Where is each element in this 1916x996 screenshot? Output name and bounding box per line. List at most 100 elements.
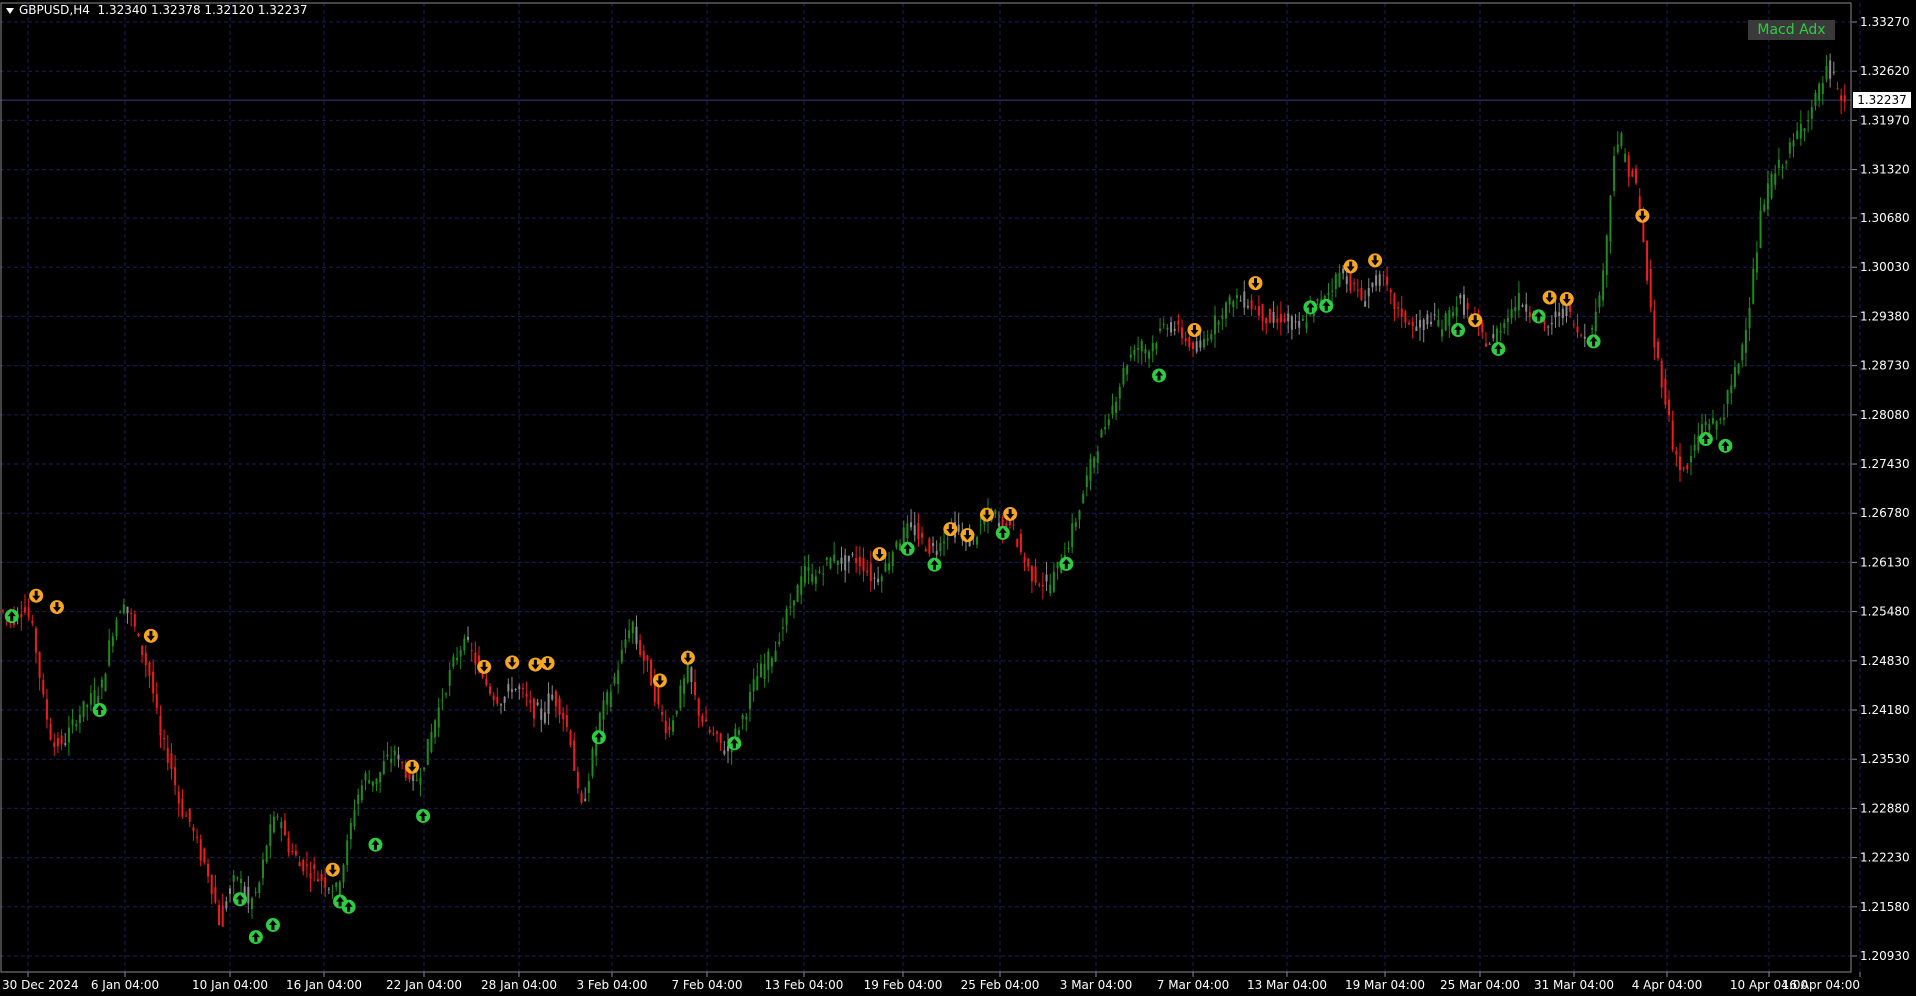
candle-body	[975, 537, 978, 545]
candle-body	[240, 878, 243, 883]
symbol-label: GBPUSD,H4	[19, 3, 90, 17]
candle-body	[49, 724, 52, 740]
candle-body	[1012, 524, 1015, 526]
buy-arrow-icon	[1698, 432, 1713, 447]
candle-body	[1137, 347, 1140, 350]
candle-body	[503, 696, 506, 703]
candle-body	[844, 555, 847, 571]
dropdown-triangle-icon[interactable]	[6, 7, 14, 14]
candle-body	[1371, 282, 1374, 288]
sell-arrow-icon	[960, 528, 975, 543]
candle-body	[1598, 295, 1601, 308]
candle-body	[602, 700, 605, 720]
chart-header[interactable]: GBPUSD,H4 1.32340 1.32378 1.32120 1.3223…	[6, 3, 307, 17]
candle-body	[1671, 420, 1674, 450]
candle-body	[580, 792, 583, 803]
candle-body	[1521, 305, 1524, 307]
candle-body	[558, 698, 561, 715]
candle-body	[152, 671, 155, 694]
y-tick-label: 1.30680	[1860, 211, 1910, 225]
price-chart[interactable]: 1.33270 1.32620 1.31970 1.31320 1.30680 1.300…	[0, 0, 1916, 996]
candle-body	[1184, 338, 1187, 342]
sell-arrow-icon	[528, 657, 543, 672]
candle-body	[368, 780, 371, 784]
candle-body	[1294, 321, 1297, 323]
candle-body	[785, 609, 788, 625]
candle-body	[214, 887, 217, 903]
candle-body	[155, 694, 158, 709]
candle-body	[1580, 334, 1583, 336]
y-tick-label: 1.24180	[1860, 703, 1910, 717]
candle-body	[1353, 283, 1356, 285]
x-tick-label: 13 Mar 04:00	[1247, 978, 1327, 992]
candle-body	[862, 558, 865, 572]
candle-body	[796, 585, 799, 603]
candle-body	[620, 649, 623, 663]
candle-body	[946, 538, 949, 540]
candle-body	[67, 727, 70, 743]
candle-body	[906, 523, 909, 539]
candle-body	[445, 693, 448, 695]
candle-body	[1305, 322, 1308, 329]
sell-arrow-icon	[1248, 276, 1263, 291]
candle-body	[1224, 302, 1227, 319]
candle-body	[375, 778, 378, 785]
candle-body	[507, 683, 510, 692]
y-tick-label: 1.25480	[1860, 605, 1910, 619]
candle-body	[1210, 333, 1213, 340]
chart-canvas[interactable]: 1.33270 1.32620 1.31970 1.31320 1.30680 1.300…	[0, 0, 1916, 996]
candle-body	[1268, 308, 1271, 323]
candle-body	[119, 612, 122, 614]
candle-body	[1613, 156, 1616, 192]
candle-body	[730, 749, 733, 753]
current-price-label: 1.32237	[1853, 92, 1911, 108]
candle-body	[327, 888, 330, 890]
candle-body	[1711, 418, 1714, 424]
candle-body	[1404, 311, 1407, 323]
y-tick-label: 1.22880	[1860, 801, 1910, 815]
candle-body	[1755, 252, 1758, 273]
candle-body	[847, 555, 850, 562]
candle-body	[185, 815, 188, 817]
candle-body	[1682, 467, 1685, 469]
candle-body	[485, 678, 488, 685]
macd-adx-button[interactable]: Macd Adx	[1748, 20, 1835, 40]
candle-body	[1602, 270, 1605, 301]
candle-body	[1495, 328, 1498, 343]
candle-body	[419, 778, 422, 785]
candle-body	[1492, 334, 1495, 339]
candle-body	[716, 731, 719, 734]
candle-body	[646, 655, 649, 661]
candle-body	[737, 730, 740, 735]
candle-body	[510, 689, 513, 692]
candle-body	[1525, 304, 1528, 312]
candle-body	[891, 552, 894, 567]
candle-body	[335, 882, 338, 887]
candle-body	[382, 760, 385, 775]
candle-body	[1583, 336, 1586, 339]
candle-body	[935, 551, 938, 555]
candle-body	[1287, 313, 1290, 322]
sell-arrow-icon	[1559, 292, 1574, 307]
candle-body	[1616, 144, 1619, 153]
ohlc-quote: 1.32340 1.32378 1.32120 1.32237	[97, 3, 308, 17]
candle-body	[1089, 458, 1092, 481]
candle-body	[697, 698, 700, 716]
candle-body	[1203, 339, 1206, 348]
candle-body	[1759, 210, 1762, 248]
candle-body	[1016, 538, 1019, 548]
candle-body	[1462, 294, 1465, 315]
candle-body	[1331, 290, 1334, 292]
candle-body	[1342, 268, 1345, 274]
candle-body	[1386, 276, 1389, 285]
candle-body	[902, 527, 905, 544]
candle-body	[606, 691, 609, 705]
candle-body	[64, 743, 67, 745]
buy-arrow-icon	[1152, 368, 1167, 383]
candle-body	[525, 693, 528, 697]
candle-body	[840, 557, 843, 564]
candle-body	[748, 691, 751, 709]
candle-body	[1213, 315, 1216, 335]
candle-body	[320, 873, 323, 881]
candle-body	[221, 905, 224, 927]
